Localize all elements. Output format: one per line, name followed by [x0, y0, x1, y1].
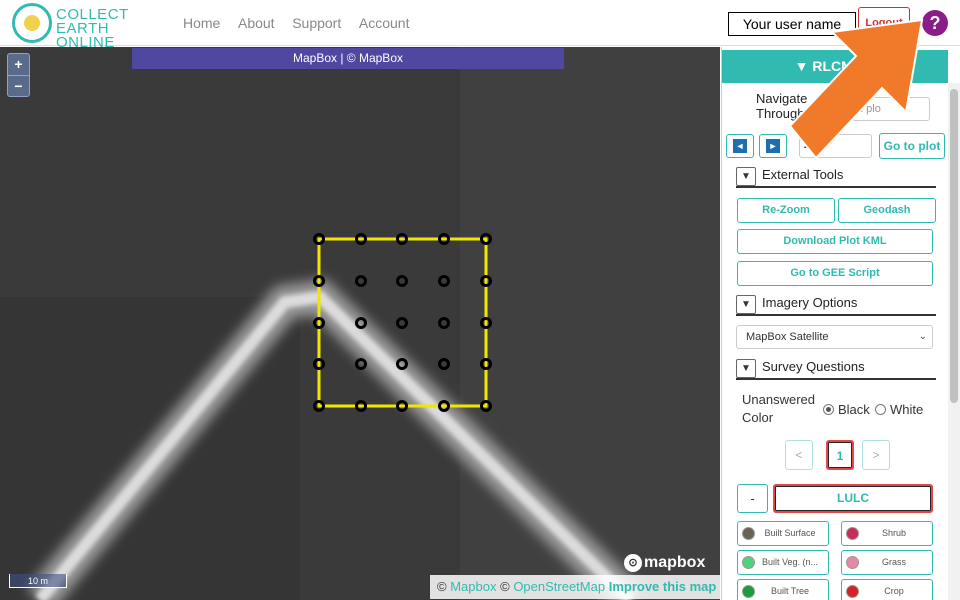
- radio-white[interactable]: White: [875, 402, 923, 417]
- navigate-select[interactable]: d plo: [852, 97, 930, 121]
- go-to-plot-button[interactable]: Go to plot: [879, 133, 945, 159]
- answer-crop[interactable]: Crop: [841, 579, 933, 600]
- improve-map-link[interactable]: Improve this map: [609, 579, 717, 594]
- navigate-label: Navigate Through: [756, 91, 808, 121]
- help-icon[interactable]: ?: [922, 10, 948, 36]
- answer-color-swatch: [846, 527, 859, 540]
- next-arrow-icon: ►: [766, 139, 780, 153]
- copyright-symbol-2: ©: [500, 579, 510, 594]
- download-kml-button[interactable]: Download Plot KML: [737, 229, 933, 254]
- zoom-control: + −: [7, 53, 30, 97]
- question-next-button[interactable]: >: [862, 440, 890, 470]
- answer-grass[interactable]: Grass: [841, 550, 933, 575]
- radio-white-label: White: [890, 402, 924, 417]
- collection-sidebar: ▼ RLCMS V Navigate Through d plo ◄ ► 4 G…: [721, 47, 960, 600]
- geodash-button[interactable]: Geodash: [838, 198, 936, 223]
- zoom-in-button[interactable]: +: [8, 54, 29, 75]
- answer-built-veg[interactable]: Built Veg. (n...: [737, 550, 829, 575]
- scale-bar: 10 m: [9, 574, 67, 588]
- nav-account-link[interactable]: Account: [359, 15, 410, 31]
- sidebar-scrollbar[interactable]: [948, 83, 960, 600]
- logout-button[interactable]: Logout: [858, 7, 910, 39]
- username-display: Your user name: [728, 12, 856, 36]
- mapbox-logo[interactable]: ⊙ mapbox: [624, 554, 705, 572]
- collect-earth-logo[interactable]: COLLECT EARTH ONLINE: [12, 3, 167, 50]
- map-view[interactable]: MapBox | © MapBox + − 10 m ⊙ mapbox © Map…: [0, 47, 720, 600]
- map-attribution: © Mapbox © OpenStreetMap Improve this ma…: [430, 575, 720, 599]
- answer-color-swatch: [742, 556, 755, 569]
- map-source-banner: MapBox | © MapBox: [132, 48, 564, 69]
- answer-shrub[interactable]: Shrub: [841, 521, 933, 546]
- top-header: COLLECT EARTH ONLINE Home About Support …: [0, 0, 960, 50]
- answer-label: Built Veg. (n...: [761, 557, 819, 567]
- copyright-symbol-1: ©: [437, 579, 447, 594]
- imagery-options-heading: Imagery Options: [762, 295, 858, 310]
- answer-label: Crop: [884, 586, 904, 596]
- external-tools-section[interactable]: ▼ External Tools: [736, 166, 936, 188]
- mapbox-link[interactable]: Mapbox: [450, 579, 496, 594]
- prev-plot-button[interactable]: ◄: [726, 134, 754, 158]
- mapbox-logo-icon: ⊙: [624, 554, 642, 572]
- gee-script-button[interactable]: Go to GEE Script: [737, 261, 933, 286]
- main-nav: Home About Support Account: [183, 15, 423, 31]
- collapse-triangle-icon[interactable]: ▼: [736, 167, 756, 186]
- survey-questions-section[interactable]: ▼ Survey Questions: [736, 358, 936, 380]
- answer-color-swatch: [742, 527, 755, 540]
- answer-label: Grass: [881, 557, 906, 567]
- rezoom-button[interactable]: Re-Zoom: [737, 198, 835, 223]
- nav-about-link[interactable]: About: [238, 15, 275, 31]
- mapbox-logo-text: mapbox: [644, 554, 706, 572]
- question-page-1[interactable]: 1: [826, 440, 854, 470]
- question-prev-button[interactable]: <: [785, 440, 813, 470]
- chevron-down-icon: ⌄: [918, 331, 927, 342]
- external-tools-heading: External Tools: [762, 167, 844, 182]
- imagery-options-section[interactable]: ▼ Imagery Options: [736, 294, 936, 316]
- project-title-bar[interactable]: ▼ RLCMS V: [722, 50, 948, 83]
- survey-questions-heading: Survey Questions: [762, 359, 865, 374]
- satellite-imagery: [0, 47, 720, 600]
- scrollbar-thumb[interactable]: [950, 89, 958, 403]
- answer-label: Built Tree: [770, 586, 810, 596]
- imagery-select[interactable]: MapBox Satellite ⌄: [736, 325, 933, 349]
- collapse-triangle-icon[interactable]: ▼: [736, 359, 756, 378]
- nav-support-link[interactable]: Support: [292, 15, 341, 31]
- collapse-triangle-icon[interactable]: ▼: [736, 295, 756, 314]
- zoom-out-button[interactable]: −: [8, 75, 29, 96]
- prev-arrow-icon: ◄: [733, 139, 747, 153]
- answer-built-surface[interactable]: Built Surface: [737, 521, 829, 546]
- answer-label: Built Surface: [764, 528, 816, 538]
- radio-black-label: Black: [838, 402, 870, 417]
- imagery-selected-value: MapBox Satellite: [746, 331, 829, 343]
- osm-link[interactable]: OpenStreetMap: [513, 579, 605, 594]
- radio-selected-icon: [823, 404, 834, 415]
- logo-line1: COLLECT EARTH: [56, 6, 129, 37]
- logo-icon: [12, 3, 52, 43]
- answer-label: Shrub: [881, 528, 907, 538]
- answer-built-tree[interactable]: Built Tree: [737, 579, 829, 600]
- radio-unselected-icon: [875, 404, 886, 415]
- answer-color-swatch: [846, 556, 859, 569]
- answer-color-swatch: [742, 585, 755, 598]
- question-lulc[interactable]: LULC: [773, 484, 933, 513]
- radio-black[interactable]: Black: [823, 402, 870, 417]
- plot-number-input[interactable]: 4: [799, 134, 872, 158]
- collapse-question-button[interactable]: -: [737, 484, 768, 513]
- unanswered-color-label: Unanswered Color: [742, 392, 815, 425]
- next-plot-button[interactable]: ►: [759, 134, 787, 158]
- answer-color-swatch: [846, 585, 859, 598]
- nav-home-link[interactable]: Home: [183, 15, 220, 31]
